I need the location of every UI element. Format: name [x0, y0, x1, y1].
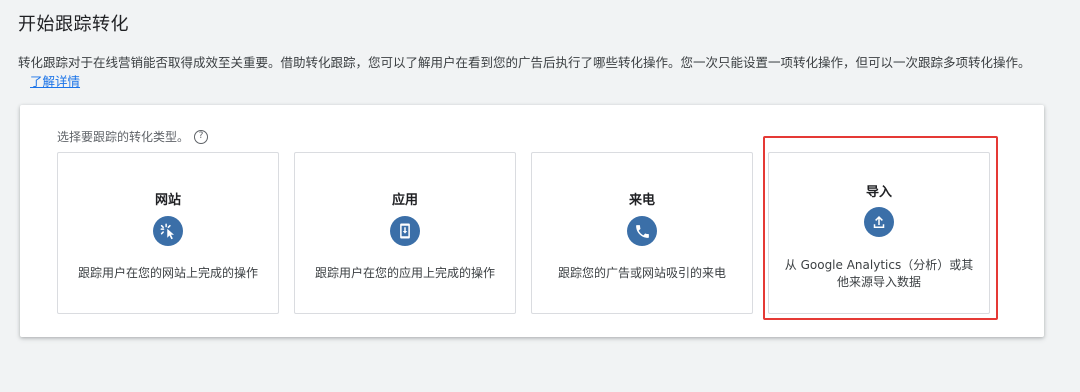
option-title-phone-calls: 来电 — [628, 193, 655, 208]
option-desc-app: 跟踪用户在您的应用上完成的操作 — [314, 266, 495, 280]
option-desc-phone-calls: 跟踪您的广告或网站吸引的来电 — [557, 266, 726, 280]
click-cursor-icon — [153, 216, 183, 246]
option-desc-website: 跟踪用户在您的网站上完成的操作 — [77, 266, 258, 280]
intro-description: 转化跟踪对于在线营销能否取得成效至关重要。借助转化跟踪，您可以了解用户在看到您的… — [18, 53, 1048, 91]
option-desc-import: 从 Google Analytics（分析）或其他来源导入数据 — [784, 258, 974, 289]
phone-icon — [627, 216, 657, 246]
option-title-website: 网站 — [154, 193, 181, 208]
learn-more-link[interactable]: 了解详情 — [30, 74, 80, 89]
conversion-type-panel: 选择要跟踪的转化类型。 ? 网站 跟踪用户在您的网站上完成的操作 应用 跟踪用户 — [20, 105, 1044, 337]
option-title-app: 应用 — [391, 193, 418, 208]
mobile-download-icon — [390, 216, 420, 246]
conversion-type-prompt: 选择要跟踪的转化类型。 ? — [57, 128, 209, 145]
option-card-app[interactable]: 应用 跟踪用户在您的应用上完成的操作 — [294, 152, 516, 314]
upload-icon — [864, 207, 894, 237]
option-title-import: 导入 — [865, 185, 892, 200]
intro-text: 转化跟踪对于在线营销能否取得成效至关重要。借助转化跟踪，您可以了解用户在看到您的… — [18, 55, 1031, 70]
option-card-import[interactable]: 导入 从 Google Analytics（分析）或其他来源导入数据 — [768, 152, 990, 314]
option-card-website[interactable]: 网站 跟踪用户在您的网站上完成的操作 — [57, 152, 279, 314]
page-title: 开始跟踪转化 — [18, 14, 129, 35]
option-card-phone-calls[interactable]: 来电 跟踪您的广告或网站吸引的来电 — [531, 152, 753, 314]
prompt-label: 选择要跟踪的转化类型。 — [57, 130, 190, 144]
question-circle-icon[interactable]: ? — [194, 129, 209, 144]
